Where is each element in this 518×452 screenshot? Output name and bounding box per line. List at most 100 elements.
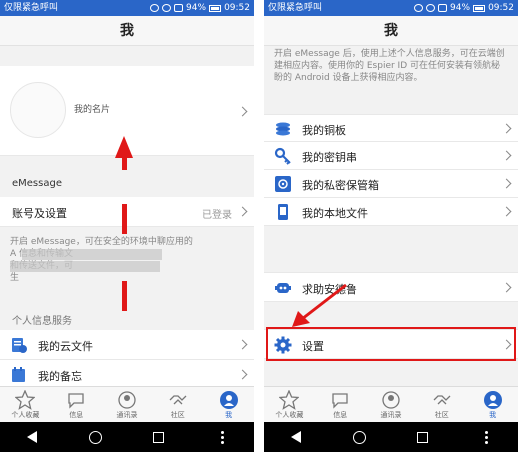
left-screen: 仅限紧急呼叫 94% 09:52 我 我的名片 eMessage 账号及设置 已… bbox=[0, 0, 254, 452]
status-time: 09:52 bbox=[224, 3, 250, 13]
recent-apps-button[interactable] bbox=[403, 422, 443, 452]
local-files-row[interactable]: 我的本地文件 bbox=[264, 198, 518, 226]
tab-label: 社区 bbox=[434, 411, 449, 419]
left-content: 我的名片 eMessage 账号及设置 已登录 开启 eMessage，可在安全… bbox=[0, 46, 254, 386]
tab-favorites[interactable]: 个人收藏 bbox=[0, 387, 51, 422]
tab-community[interactable]: 社区 bbox=[416, 387, 467, 422]
back-button[interactable] bbox=[276, 422, 316, 452]
status-carrier: 仅限紧急呼叫 bbox=[268, 3, 323, 13]
tab-bar: 个人收藏 信息 通讯录 社区 我 bbox=[0, 386, 254, 422]
memo-label: 我的备忘 bbox=[38, 370, 82, 383]
menu-button[interactable] bbox=[466, 422, 506, 452]
chat-icon bbox=[332, 393, 348, 409]
redacted-text bbox=[22, 249, 162, 260]
person-icon bbox=[483, 391, 502, 409]
status-icons: 94% 09:52 bbox=[150, 0, 250, 16]
wifi-icon bbox=[426, 4, 436, 12]
annotation-highlight bbox=[266, 327, 516, 361]
home-icon bbox=[88, 430, 102, 444]
back-button[interactable] bbox=[12, 422, 52, 452]
keychain-row[interactable]: 我的密钥串 bbox=[264, 142, 518, 170]
phone-file-icon bbox=[278, 204, 288, 220]
redacted-text bbox=[10, 261, 160, 272]
memo-row[interactable]: 我的备忘 bbox=[0, 360, 254, 386]
tab-messages[interactable]: 信息 bbox=[315, 387, 366, 422]
my-card-label: 我的名片 bbox=[74, 105, 111, 115]
private-vault-row[interactable]: 我的私密保管箱 bbox=[264, 170, 518, 198]
right-content: 开启 eMessage 后，使用上述个人信息服务，可在云端创建相应内容。使用你的… bbox=[264, 46, 518, 386]
tab-label: 我 bbox=[225, 411, 233, 419]
coins-icon bbox=[276, 122, 290, 136]
cloud-files-row[interactable]: 我的云文件 bbox=[0, 330, 254, 360]
home-icon bbox=[352, 430, 366, 444]
tab-favorites[interactable]: 个人收藏 bbox=[264, 387, 315, 422]
system-nav-bar bbox=[0, 422, 254, 452]
tab-label: 信息 bbox=[333, 411, 348, 419]
recent-apps-icon bbox=[417, 431, 429, 443]
right-screen: 仅限紧急呼叫 94% 09:52 我 开启 eMessage 后，使用上述个人信… bbox=[264, 0, 518, 452]
recent-apps-button[interactable] bbox=[139, 422, 179, 452]
chevron-right-icon bbox=[501, 282, 512, 293]
tab-community[interactable]: 社区 bbox=[152, 387, 203, 422]
local-files-label: 我的本地文件 bbox=[302, 207, 368, 220]
contacts-icon bbox=[382, 391, 400, 409]
more-icon bbox=[484, 430, 488, 444]
annotation-arrow bbox=[292, 283, 347, 327]
chevron-right-icon bbox=[237, 206, 248, 217]
battery-percent: 94% bbox=[450, 3, 471, 13]
emessage-description: 开启 eMessage 后，使用上述个人信息服务，可在云端创建相应内容。使用你的… bbox=[274, 49, 505, 83]
emessage-section-label: eMessage bbox=[12, 178, 62, 189]
key-icon bbox=[274, 147, 291, 165]
tab-me[interactable]: 我 bbox=[467, 387, 518, 422]
tab-me[interactable]: 我 bbox=[203, 387, 254, 422]
annotation-arrow-head bbox=[115, 136, 133, 158]
nfc-icon bbox=[150, 4, 160, 12]
safe-icon bbox=[275, 176, 291, 192]
tab-label: 信息 bbox=[69, 411, 84, 419]
status-time: 09:52 bbox=[488, 3, 514, 13]
back-icon bbox=[290, 431, 301, 443]
battery-icon bbox=[209, 4, 222, 12]
tab-label: 我 bbox=[489, 411, 497, 419]
memo-icon bbox=[12, 367, 25, 382]
chevron-right-icon bbox=[501, 206, 512, 217]
cloud-files-label: 我的云文件 bbox=[38, 340, 93, 353]
tab-messages[interactable]: 信息 bbox=[51, 387, 102, 422]
annotation-dash bbox=[122, 281, 127, 311]
status-bar: 仅限紧急呼叫 94% 09:52 bbox=[264, 0, 518, 16]
coins-row[interactable]: 我的铜板 bbox=[264, 114, 518, 142]
private-vault-label: 我的私密保管箱 bbox=[302, 179, 379, 192]
tab-bar: 个人收藏 信息 通讯录 社区 我 bbox=[264, 386, 518, 422]
tab-contacts[interactable]: 通讯录 bbox=[102, 387, 153, 422]
avatar bbox=[10, 82, 66, 138]
chevron-right-icon bbox=[501, 123, 512, 134]
more-icon bbox=[220, 430, 224, 444]
tab-label: 通讯录 bbox=[116, 411, 138, 419]
home-button[interactable] bbox=[75, 422, 115, 452]
handshake-icon bbox=[169, 395, 187, 405]
emessage-description: 开启 eMessage，可在安全的环境中聊应用的 A 信息和传输文 和传送文件，… bbox=[10, 236, 242, 284]
chat-icon bbox=[68, 393, 84, 409]
status-bar: 仅限紧急呼叫 94% 09:52 bbox=[0, 0, 254, 16]
account-settings-label: 账号及设置 bbox=[12, 207, 67, 220]
home-button[interactable] bbox=[339, 422, 379, 452]
sim-icon bbox=[174, 4, 184, 12]
account-settings-row[interactable]: 账号及设置 已登录 bbox=[0, 197, 254, 227]
battery-percent: 94% bbox=[186, 3, 207, 13]
star-icon bbox=[279, 390, 300, 410]
chevron-right-icon bbox=[501, 150, 512, 161]
status-carrier: 仅限紧急呼叫 bbox=[4, 3, 59, 13]
tab-contacts[interactable]: 通讯录 bbox=[366, 387, 417, 422]
sim-icon bbox=[438, 4, 448, 12]
contacts-icon bbox=[118, 391, 136, 409]
back-icon bbox=[26, 431, 37, 443]
star-icon bbox=[15, 390, 36, 410]
annotation-dash bbox=[122, 204, 127, 234]
status-icons: 94% 09:52 bbox=[414, 0, 514, 16]
recent-apps-icon bbox=[153, 431, 165, 443]
document-icon bbox=[12, 338, 27, 353]
chevron-right-icon bbox=[237, 369, 248, 380]
tab-label: 社区 bbox=[170, 411, 185, 419]
menu-button[interactable] bbox=[202, 422, 242, 452]
page-title: 我 bbox=[0, 16, 254, 46]
